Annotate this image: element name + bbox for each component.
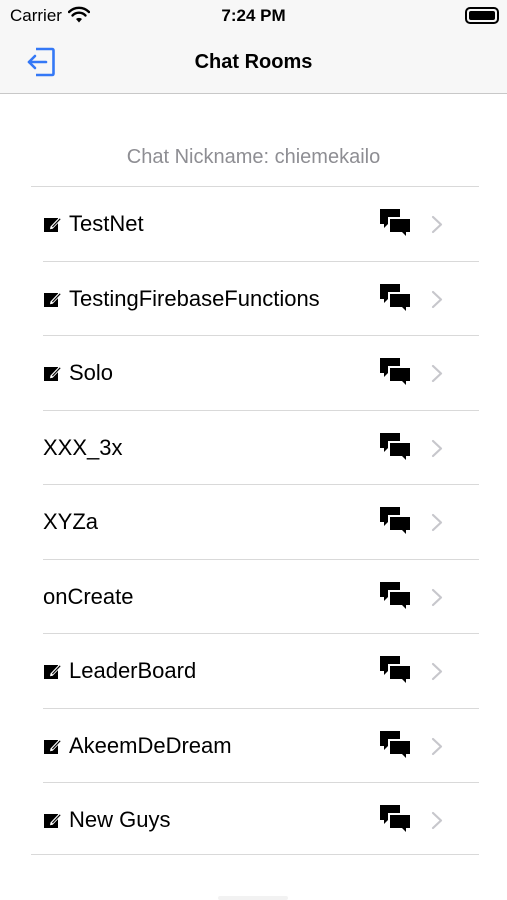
chevron-right-icon xyxy=(431,811,443,830)
chat-room-name: AkeemDeDream xyxy=(69,732,232,758)
edit-icon xyxy=(44,216,63,232)
status-bar: Carrier 7:24 PM xyxy=(0,0,507,32)
battery-icon xyxy=(465,7,499,24)
chat-room-row[interactable]: AkeemDeDream xyxy=(0,709,507,783)
chat-bubbles-icon xyxy=(380,358,412,388)
edit-icon xyxy=(44,738,63,754)
chat-room-name: TestingFirebaseFunctions xyxy=(69,285,320,311)
chat-room-name: XXX_3x xyxy=(43,434,123,460)
chat-room-row[interactable]: TestNet xyxy=(0,187,507,262)
status-time: 7:24 PM xyxy=(221,6,286,25)
chat-room-row[interactable]: New Guys xyxy=(0,783,507,858)
chat-nickname-label: Chat Nickname: chiemekailo xyxy=(126,146,381,168)
chevron-right-icon xyxy=(431,364,443,383)
page-title: Chat Rooms xyxy=(194,51,313,73)
edit-icon xyxy=(44,365,63,381)
chat-room-name: New Guys xyxy=(69,807,171,832)
list-bottom-divider xyxy=(31,854,479,855)
chat-room-name: TestNet xyxy=(69,211,144,236)
chevron-right-icon xyxy=(431,215,443,234)
chat-room-list: TestNet TestingFirebaseFunctions Solo XX… xyxy=(0,187,507,858)
chat-room-name: LeaderBoard xyxy=(69,658,197,683)
chat-room-row[interactable]: LeaderBoard xyxy=(0,634,507,709)
chat-room-row[interactable]: XYZa xyxy=(0,485,507,560)
chat-room-row[interactable]: TestingFirebaseFunctions xyxy=(0,262,507,336)
chevron-right-icon xyxy=(431,290,443,308)
chat-bubbles-icon xyxy=(380,730,412,761)
chat-bubbles-icon xyxy=(380,432,412,463)
chat-bubbles-icon xyxy=(380,805,412,835)
chat-bubbles-icon xyxy=(380,581,412,612)
chat-room-row[interactable]: onCreate xyxy=(0,560,507,634)
home-indicator xyxy=(218,896,288,900)
chat-bubbles-icon xyxy=(380,283,412,314)
chevron-right-icon xyxy=(431,737,443,755)
edit-icon xyxy=(44,812,63,828)
chevron-right-icon xyxy=(431,588,443,606)
chat-room-name: XYZa xyxy=(43,509,99,534)
edit-icon xyxy=(44,663,63,679)
chat-bubbles-icon xyxy=(380,656,412,686)
navigation-bar: Chat Rooms xyxy=(0,32,507,94)
chat-room-name: onCreate xyxy=(43,583,134,609)
chevron-right-icon xyxy=(431,513,443,532)
chat-room-row[interactable]: Solo xyxy=(0,336,507,411)
chevron-right-icon xyxy=(431,439,443,457)
chat-bubbles-icon xyxy=(380,507,412,537)
chevron-right-icon xyxy=(431,662,443,681)
chat-bubbles-icon xyxy=(380,209,412,239)
chat-room-row[interactable]: XXX_3x xyxy=(0,411,507,485)
chat-room-name: Solo xyxy=(69,360,114,385)
edit-icon xyxy=(44,291,63,307)
